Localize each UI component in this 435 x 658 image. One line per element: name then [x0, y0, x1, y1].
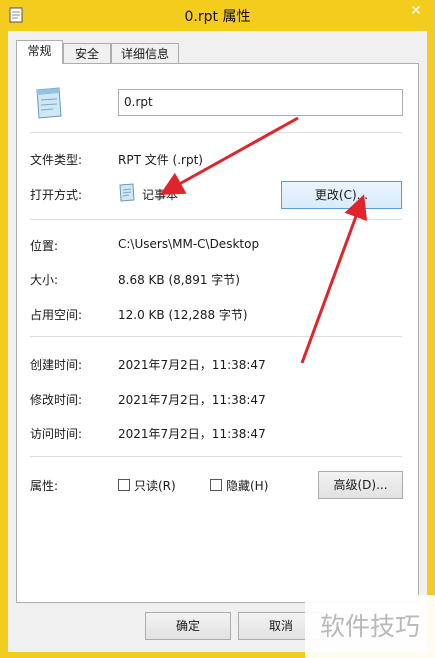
separator — [30, 456, 402, 457]
size-label: 大小: — [30, 273, 59, 287]
tab-security[interactable]: 安全 — [63, 43, 111, 63]
location-value: C:\Users\MM-C\Desktop — [118, 237, 260, 251]
change-button[interactable]: 更改(C)... — [281, 181, 402, 209]
notepad-file-icon — [36, 87, 62, 119]
hidden-checkbox[interactable] — [210, 479, 222, 491]
title-bar[interactable]: 0.rpt 属性 ✕ — [0, 0, 435, 30]
opens-with-value: 记事本 — [142, 188, 179, 202]
file-name-field[interactable]: 0.rpt — [118, 89, 403, 116]
location-label: 位置: — [30, 239, 59, 253]
notepad-icon — [119, 183, 135, 202]
properties-window: 0.rpt 属性 ✕ 常规 安全 详细信息 0.rpt 文件类型: RPT 文件… — [0, 0, 435, 658]
file-type-value: RPT 文件 (.rpt) — [118, 153, 203, 167]
readonly-checkbox[interactable] — [118, 479, 130, 491]
file-type-label: 文件类型: — [30, 153, 83, 167]
readonly-label[interactable]: 只读(R) — [134, 477, 176, 494]
close-button[interactable]: ✕ — [404, 0, 428, 22]
accessed-label: 访问时间: — [30, 427, 83, 441]
separator — [30, 336, 402, 337]
modified-value: 2021年7月2日，11:38:47 — [118, 393, 266, 407]
watermark: 软件技巧 — [305, 595, 435, 658]
disk-size-label: 占用空间: — [30, 308, 83, 322]
disk-size-value: 12.0 KB (12,288 字节) — [118, 308, 248, 322]
hidden-label[interactable]: 隐藏(H) — [226, 477, 268, 494]
separator — [30, 219, 402, 220]
tab-general[interactable]: 常规 — [16, 40, 63, 64]
accessed-value: 2021年7月2日，11:38:47 — [118, 427, 266, 441]
opens-with-label: 打开方式: — [30, 188, 83, 202]
modified-label: 修改时间: — [30, 393, 83, 407]
advanced-button[interactable]: 高级(D)... — [318, 471, 403, 499]
general-panel: 0.rpt 文件类型: RPT 文件 (.rpt) 打开方式: 记事本 更改(C… — [16, 63, 419, 603]
dialog-client-area: 常规 安全 详细信息 0.rpt 文件类型: RPT 文件 (.rpt) 打开方… — [8, 31, 427, 652]
tab-details[interactable]: 详细信息 — [111, 43, 179, 63]
ok-button[interactable]: 确定 — [145, 612, 231, 640]
created-label: 创建时间: — [30, 358, 83, 372]
window-title: 0.rpt 属性 — [184, 9, 251, 25]
attributes-label: 属性: — [30, 479, 59, 493]
size-value: 8.68 KB (8,891 字节) — [118, 273, 240, 287]
created-value: 2021年7月2日，11:38:47 — [118, 358, 266, 372]
close-icon: ✕ — [410, 3, 422, 19]
separator — [30, 132, 402, 133]
